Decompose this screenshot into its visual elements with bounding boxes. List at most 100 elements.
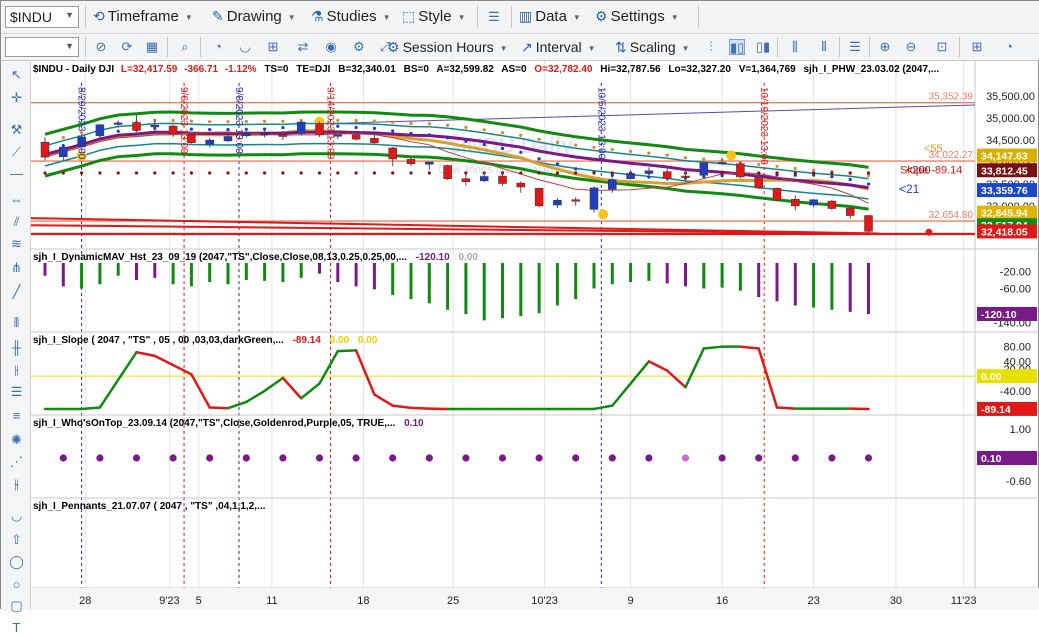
channel-icon[interactable]: ⫽ [8, 213, 25, 230]
indicator-axis-label: -20.00 [1000, 267, 1031, 279]
timeframe-menu[interactable]: ⟲Timeframe▼ [93, 8, 193, 25]
ray-icon[interactable]: ╱ [8, 283, 25, 300]
interval-menu[interactable]: ↗Interval▼ [521, 39, 596, 56]
slope-line-segment [137, 352, 155, 356]
dot-series-upper [519, 134, 522, 137]
hollow-candle-icon[interactable]: ▯▮ [755, 39, 771, 55]
candle-body [791, 199, 799, 206]
grid-lines-icon[interactable]: ╫ [8, 339, 25, 356]
ohlc-bars-icon[interactable]: ⫶ [703, 39, 719, 55]
add-chart-icon[interactable]: ⊞ [969, 39, 985, 55]
dot-series-flat [794, 171, 797, 174]
parallel-icon[interactable]: ≋ [8, 235, 25, 252]
candle-body [846, 208, 854, 215]
wrench-icon[interactable]: ⚒ [8, 121, 25, 138]
fib-extension-icon[interactable]: ≡ [8, 407, 25, 424]
dot-series-mid [391, 129, 394, 132]
session-hours-menu[interactable]: ⚙Session Hours▼ [387, 39, 508, 56]
crosshair-icon[interactable]: ✛ [8, 89, 25, 106]
ellipse-icon[interactable]: ◯ [8, 553, 25, 570]
arrows-icon[interactable]: ⇔ [8, 191, 25, 208]
header-last: L=32,417.59 [121, 64, 178, 75]
secondary-toolbar: ▼ ⊘ ⟳ ▦ ⌕ ◔ ◡ ⊞ ⇄ ◉ ⚙ ⤢ ⚙Session Hours▼ … [1, 34, 1039, 61]
histogram-icon[interactable]: ⫴ [816, 39, 832, 55]
arrow-up-icon[interactable]: ⇧ [8, 531, 25, 548]
panel-title: sjh_I_DynamicMAV_Hst_23_09_19 (2047,"TS"… [33, 252, 478, 263]
settings-menu[interactable]: ⚙Settings▼ [595, 8, 679, 25]
candle-body [425, 162, 433, 164]
zoom-fit-icon[interactable]: ⊡ [934, 39, 950, 55]
price-tag-text: 32,845.94 [981, 208, 1028, 220]
cursor-icon[interactable]: ↖ [8, 66, 25, 83]
gauge-icon[interactable]: ◔ [210, 39, 226, 55]
candle-body [517, 183, 525, 187]
style-menu[interactable]: ⬚Style▼ [402, 8, 466, 25]
time-zones-icon[interactable]: ⫲ [8, 361, 25, 378]
candle-body [535, 188, 543, 206]
toolbar-divider [959, 37, 960, 57]
dot-series-flat [117, 171, 120, 174]
dot-series-mid [409, 132, 412, 135]
grid-icon[interactable]: ▦ [144, 39, 160, 55]
data-menu[interactable]: ▥Data▼ [519, 8, 581, 25]
dot-series-flat [62, 171, 65, 174]
dot-series-flat [775, 171, 778, 174]
speed-lines-icon[interactable]: ⋰ [8, 453, 25, 470]
format-icon[interactable]: ⚙ [351, 39, 367, 55]
bar-type-icon[interactable]: ⊞ [265, 39, 281, 55]
date-marker-label: 8/29/2023 13:00 [76, 87, 87, 160]
interval-select[interactable]: ▼ [5, 37, 79, 57]
slope-line-segment [265, 378, 283, 391]
dot-series-upper [867, 174, 870, 177]
horizontal-line-icon[interactable]: — [8, 165, 25, 182]
indicator-axis-label: -40.00 [1000, 386, 1031, 398]
symbol-input[interactable]: $INDU ▼ [5, 6, 79, 28]
dot-series-upper [483, 128, 486, 131]
dot-series-mid [867, 182, 870, 185]
whos-on-top-dot [60, 454, 67, 461]
candle-body [370, 138, 378, 142]
layout-icon[interactable]: ☰ [486, 9, 502, 25]
sync-icon[interactable]: ⟳ [119, 39, 135, 55]
zoom-in-icon[interactable]: ⊕ [877, 39, 893, 55]
chevron-down-icon: ▼ [573, 13, 581, 22]
dot-series-flat [574, 171, 577, 174]
arc-icon[interactable]: ◡ [8, 507, 25, 524]
layout-icon[interactable]: ☰ [847, 39, 863, 55]
fibonacci-icon[interactable]: ☰ [8, 383, 25, 400]
session-hours-icon: ⚙ [387, 39, 400, 55]
magnify-icon[interactable]: ⌕ [177, 39, 193, 55]
regression-icon[interactable]: ⫳ [8, 475, 25, 492]
slope-line-segment [155, 356, 173, 365]
bar-chart-icon[interactable]: ⫼ [787, 39, 803, 55]
chart-area[interactable]: $INDU DailyDow Jones Industrial Average … [31, 61, 1039, 610]
price-axis-label: 35,500.00 [986, 91, 1035, 103]
style-label: Style [418, 8, 451, 25]
dot-series-upper [629, 150, 632, 153]
link-icon[interactable]: ⊘ [93, 39, 109, 55]
exchange-icon[interactable]: ⇄ [295, 39, 311, 55]
whos-on-top-dot [206, 454, 213, 461]
drawing-menu[interactable]: ✎Drawing▼ [212, 8, 296, 25]
vertical-lines-icon[interactable]: ⦀ [8, 314, 25, 331]
scaling-menu[interactable]: ⇅Scaling▼ [615, 39, 690, 56]
candlestick-icon[interactable]: ▮▯ [729, 39, 745, 55]
color-icon[interactable]: ◉ [323, 39, 339, 55]
header-as: AS=0 [501, 64, 527, 75]
zoom-out-icon[interactable]: ⊖ [903, 39, 919, 55]
slope-line-segment [374, 395, 392, 406]
candle-body [773, 188, 781, 200]
text-tool-icon[interactable]: T [8, 619, 25, 636]
chart-style-icon[interactable]: ◡ [237, 39, 253, 55]
rectangle-icon[interactable]: ▢ [8, 597, 25, 614]
pitchfork-icon[interactable]: ⋔ [8, 259, 25, 276]
candle-body [279, 135, 287, 137]
gann-icon[interactable]: ✺ [8, 431, 25, 448]
dot-series-upper [281, 120, 284, 123]
dot-series-mid [281, 126, 284, 129]
circle-icon[interactable]: ○ [8, 576, 25, 593]
trendline-icon[interactable]: ⟋ [8, 143, 25, 160]
studies-menu[interactable]: ⚗Studies▼ [311, 8, 391, 25]
indicator-panes [31, 263, 975, 462]
gauge-icon[interactable]: ◔ [1001, 39, 1017, 55]
